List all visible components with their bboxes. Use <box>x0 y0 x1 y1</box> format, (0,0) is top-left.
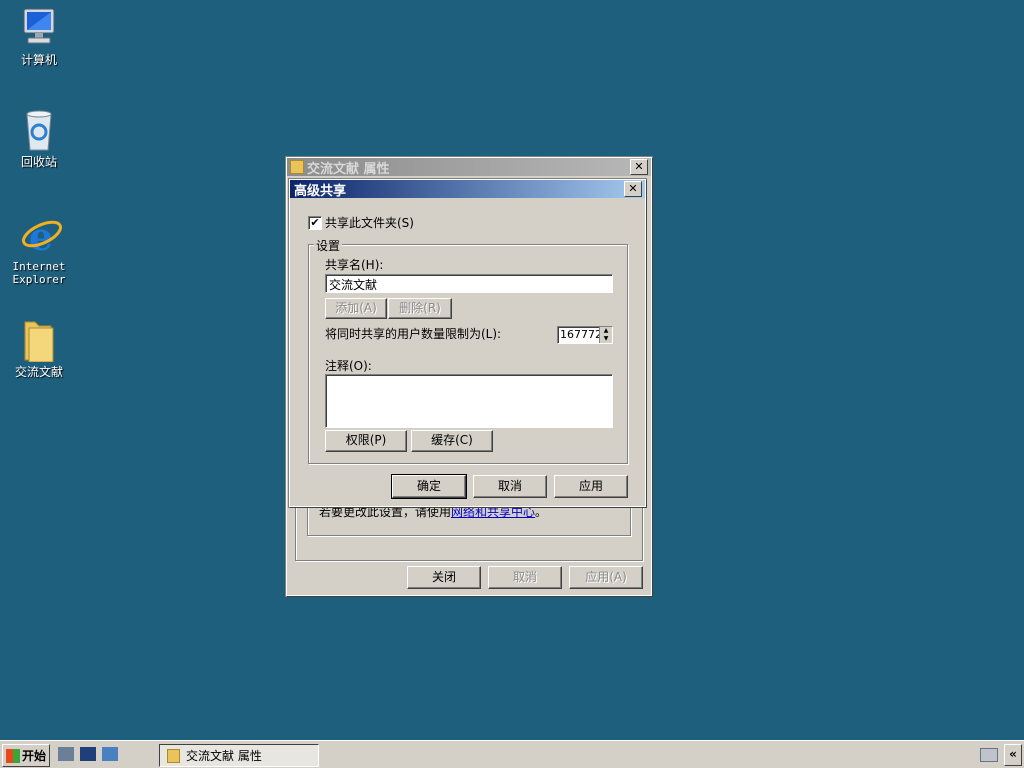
comment-label: 注释(O): <box>325 359 372 373</box>
start-button[interactable]: 开始 <box>2 744 50 767</box>
desktop-icon-label: 计算机 <box>20 53 57 67</box>
start-label: 开始 <box>22 748 47 763</box>
folder-icon <box>167 748 180 763</box>
close-icon[interactable]: ✕ <box>624 181 642 197</box>
desktop-icon-recycle-bin[interactable]: 回收站 <box>1 108 77 169</box>
close-icon[interactable]: ✕ <box>630 159 648 175</box>
cache-button[interactable]: 缓存(C) <box>411 430 493 452</box>
cancel-button[interactable]: 取消 <box>473 475 547 498</box>
share-name-label: 共享名(H): <box>325 258 384 272</box>
user-limit-spinner[interactable]: 167772 ▲ ▼ <box>557 326 613 344</box>
apply-button[interactable]: 应用 <box>554 475 628 498</box>
show-desktop-icon[interactable] <box>102 747 118 761</box>
chevron-left-icon[interactable]: « <box>1004 743 1022 766</box>
cancel-button: 取消 <box>488 566 562 589</box>
comment-textarea[interactable] <box>325 374 613 428</box>
properties-title: 交流文献 属性 <box>307 161 390 177</box>
user-limit-label: 将同时共享的用户数量限制为(L): <box>325 327 502 341</box>
advanced-sharing-titlebar: 高级共享 ✕ <box>290 180 645 199</box>
desktop-icon-label: 交流文献 <box>14 365 63 379</box>
server-manager-icon[interactable] <box>58 747 74 761</box>
network-sharing-center-link[interactable]: 网络和共享中心 <box>451 505 535 519</box>
computer-icon <box>17 6 61 50</box>
folder-icon <box>17 318 61 363</box>
windows-logo-icon <box>6 748 20 763</box>
add-button: 添加(A) <box>325 298 387 319</box>
desktop-icon-computer[interactable]: 计算机 <box>1 6 77 67</box>
permissions-button[interactable]: 权限(P) <box>325 430 407 452</box>
properties-titlebar: 交流文献 属性 ✕ <box>287 158 651 177</box>
settings-group-label: 设置 <box>314 237 343 254</box>
desktop-icon-label: Internet Explorer <box>12 260 66 286</box>
taskbar-item-label: 交流文献 属性 <box>186 748 262 763</box>
user-limit-value: 167772 <box>560 328 602 341</box>
share-folder-label: 共享此文件夹(S) <box>325 216 414 230</box>
desktop-icon-label: 回收站 <box>20 155 57 169</box>
share-folder-checkbox[interactable]: ✔ <box>308 216 322 230</box>
spinner-arrows-icon[interactable]: ▲ ▼ <box>599 327 612 343</box>
ok-button[interactable]: 确定 <box>391 474 467 499</box>
advanced-sharing-dialog: 高级共享 ✕ ✔ 共享此文件夹(S) 设置 共享名(H): 交流文献 添加(A)… <box>289 179 646 507</box>
recycle-bin-icon <box>17 108 61 152</box>
advanced-sharing-title: 高级共享 <box>294 183 347 199</box>
keyboard-icon[interactable] <box>980 747 998 762</box>
taskbar: 开始 交流文献 属性 « <box>0 740 1024 768</box>
desktop-icon-internet-explorer[interactable]: e Internet Explorer <box>1 212 77 286</box>
close-button[interactable]: 关闭 <box>407 566 481 589</box>
svg-text:e: e <box>29 214 53 259</box>
internet-explorer-icon: e <box>17 212 63 259</box>
desktop-icon-folder[interactable]: 交流文献 <box>1 318 77 379</box>
folder-icon <box>290 160 304 174</box>
remove-button: 删除(R) <box>388 298 452 319</box>
share-name-input[interactable]: 交流文献 <box>325 274 613 293</box>
powershell-icon[interactable] <box>80 747 96 761</box>
taskbar-item-properties[interactable]: 交流文献 属性 <box>159 744 319 767</box>
apply-button: 应用(A) <box>569 566 643 589</box>
system-tray: « <box>980 743 1022 766</box>
